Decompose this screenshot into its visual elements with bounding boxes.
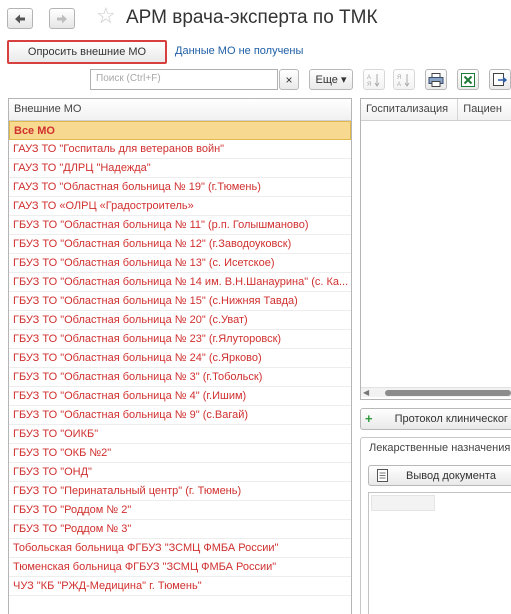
list-item[interactable]: ГБУЗ ТО "Областная больница № 11" (р.п. … (9, 216, 351, 235)
list-item[interactable]: ГБУЗ ТО "Областная больница № 20" (с.Ува… (9, 311, 351, 330)
clinical-protocol-label: Протокол клиническог (394, 413, 508, 425)
scrollbar-thumb[interactable] (385, 390, 511, 396)
list-item[interactable]: ГБУЗ ТО "Областная больница № 4" (г.Ишим… (9, 387, 351, 406)
sort-descending-icon: Я А (397, 73, 410, 87)
list-item[interactable]: ГБУЗ ТО "Областная больница № 23" (г.Ялу… (9, 330, 351, 349)
star-icon[interactable]: ☆ (96, 5, 116, 27)
query-external-mo-button[interactable]: Опросить внешние МО (7, 40, 167, 64)
clear-search-button[interactable]: × (279, 69, 299, 90)
window-title: АРМ врача-эксперта по ТМК (126, 7, 378, 28)
list-item[interactable]: ГБУЗ ТО "ОИКБ" (9, 425, 351, 444)
list-item[interactable]: ГБУЗ ТО "Областная больница № 12" (г.Зав… (9, 235, 351, 254)
clinical-protocol-button[interactable]: + Протокол клиническог (360, 408, 511, 430)
excel-icon (461, 72, 475, 87)
back-button[interactable] (7, 8, 33, 29)
list-item[interactable]: ЧУЗ "КБ "РЖД-Медицина" г. Тюмень" (9, 577, 351, 596)
svg-text:А: А (397, 82, 401, 87)
list-item[interactable]: ГБУЗ ТО "Областная больница № 15" (с.Ниж… (9, 292, 351, 311)
scroll-left-icon[interactable]: ◀ (363, 388, 369, 398)
list-item[interactable]: ГБУЗ ТО "Областная больница № 3" (г.Тобо… (9, 368, 351, 387)
svg-text:Я: Я (397, 75, 401, 81)
plus-icon: + (365, 411, 373, 426)
medications-cell (371, 495, 435, 511)
list-item[interactable]: ГАУЗ ТО "Областная больница № 19" (г.Тюм… (9, 178, 351, 197)
sort-ascending-button[interactable]: А Я (363, 69, 385, 90)
list-item[interactable]: Тюменская больница ФГБУЗ "ЗСМЦ ФМБА Росс… (9, 558, 351, 577)
medications-table[interactable] (368, 492, 511, 614)
list-item[interactable]: ГБУЗ ТО "Областная больница № 14 им. В.Н… (9, 273, 351, 292)
svg-text:Я: Я (367, 82, 371, 87)
hospitalization-grid[interactable]: Госпитализация Пациен ◀ (360, 98, 511, 400)
list-item[interactable]: ГБУЗ ТО "Роддом № 3" (9, 520, 351, 539)
list-item[interactable]: Тобольская больница ФГБУЗ "ЗСМЦ ФМБА Рос… (9, 539, 351, 558)
list-item-all-mo[interactable]: Все МО (9, 121, 351, 140)
excel-button[interactable] (457, 69, 479, 90)
medications-title: Лекарственные назначения (369, 442, 511, 454)
horizontal-scrollbar[interactable]: ◀ (361, 387, 511, 397)
arrow-left-icon (15, 14, 25, 23)
external-mo-list[interactable]: Внешние МО Все МО ГАУЗ ТО "Госпиталь для … (8, 98, 352, 614)
output-document-label: Вывод документа (406, 469, 496, 482)
list-item[interactable]: ГБУЗ ТО "Роддом № 2" (9, 501, 351, 520)
column-header-hospitalization[interactable]: Госпитализация (361, 99, 459, 120)
status-link[interactable]: Данные МО не получены (175, 45, 303, 57)
svg-text:А: А (367, 75, 371, 81)
print-button[interactable] (425, 69, 447, 90)
more-menu-button[interactable]: Еще ▾ (309, 69, 353, 90)
list-item[interactable]: ГБУЗ ТО "ОКБ №2" (9, 444, 351, 463)
grid-header: Госпитализация Пациен (361, 99, 511, 121)
search-input[interactable]: Поиск (Ctrl+F) (90, 69, 278, 90)
list-item[interactable]: ГБУЗ ТО "Перинатальный центр" (г. Тюмень… (9, 482, 351, 501)
forward-button[interactable] (49, 8, 75, 29)
list-item[interactable]: ГАУЗ ТО "Госпиталь для ветеранов войн" (9, 140, 351, 159)
mo-rows: Все МО ГАУЗ ТО "Госпиталь для ветеранов в… (9, 121, 351, 596)
sort-ascending-icon: А Я (367, 73, 380, 87)
list-item[interactable]: ГБУЗ ТО "ОНД" (9, 463, 351, 482)
column-header-external-mo[interactable]: Внешние МО (9, 99, 351, 121)
list-item[interactable]: ГАУЗ ТО «ОЛРЦ «Градостроитель» (9, 197, 351, 216)
output-document-button[interactable]: Вывод документа (368, 465, 511, 486)
arrow-right-icon (57, 14, 67, 23)
printer-icon (428, 72, 444, 87)
export-button[interactable] (489, 69, 511, 90)
list-item[interactable]: ГБУЗ ТО "Областная больница № 9" (с.Вага… (9, 406, 351, 425)
sort-descending-button[interactable]: Я А (393, 69, 415, 90)
list-item[interactable]: ГБУЗ ТО "Областная больница № 13" (с. Ис… (9, 254, 351, 273)
column-header-patient[interactable]: Пациен (458, 99, 511, 120)
list-item[interactable]: ГАУЗ ТО "ДЛРЦ "Надежда" (9, 159, 351, 178)
export-icon (493, 72, 507, 86)
document-icon (377, 469, 388, 482)
list-item[interactable]: ГБУЗ ТО "Областная больница № 24" (с.Ярк… (9, 349, 351, 368)
